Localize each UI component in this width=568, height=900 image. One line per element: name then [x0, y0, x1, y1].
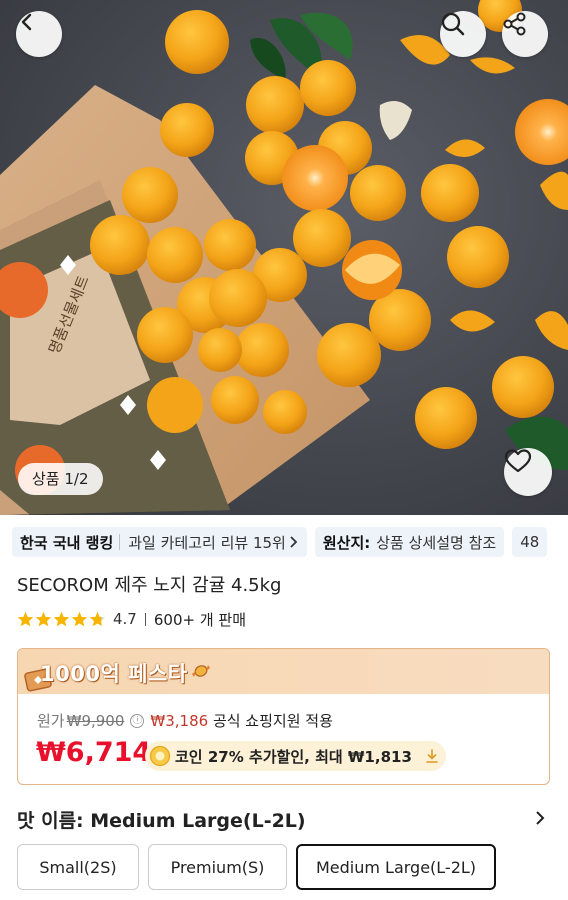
- coin-text: 코인 27% 추가할인, 최대 ₩1,813: [175, 747, 412, 766]
- chevron-left-icon: [21, 13, 32, 31]
- download-icon: [426, 749, 438, 763]
- sale-price: ₩6,714: [36, 737, 152, 768]
- divider: [144, 612, 146, 626]
- coin-icon: [149, 745, 171, 767]
- ranking-text: 과일 카테고리 리뷰 15위: [128, 533, 286, 552]
- search-button[interactable]: [440, 11, 486, 57]
- candy-icon: [192, 665, 210, 677]
- support-text: ₩3,186 공식 쇼핑지원 적용: [150, 710, 333, 731]
- option-premium[interactable]: Premium(S): [148, 844, 287, 890]
- option-title: 맛 이름: Medium Large(L-2L): [17, 810, 306, 832]
- star-icon: [53, 611, 70, 627]
- info-icon[interactable]: ⓘ: [130, 713, 145, 728]
- extra-chip[interactable]: 48: [512, 527, 548, 557]
- rating-stars: [17, 611, 106, 627]
- like-button[interactable]: [504, 448, 552, 496]
- support-label: 공식 쇼핑지원 적용: [208, 712, 333, 730]
- tangerine-photo: 명품선물세트: [0, 0, 568, 515]
- original-label: 원가: [37, 712, 65, 730]
- rating-value: 4.7: [113, 610, 137, 628]
- option-small[interactable]: Small(2S): [17, 844, 139, 890]
- original-price: ₩9,900: [66, 711, 125, 730]
- ranking-chip[interactable]: 한국 국내 랭킹 과일 카테고리 리뷰 15위: [12, 527, 307, 557]
- back-button[interactable]: [16, 11, 62, 57]
- chevron-right-icon[interactable]: [533, 810, 547, 826]
- ranking-label: 한국 국내 랭킹: [20, 533, 114, 552]
- festival-banner[interactable]: 1000억 페스타: [18, 649, 549, 694]
- star-icon: [71, 611, 88, 627]
- sales-count: 600+ 개 판매: [153, 610, 246, 629]
- star-half-icon: [89, 611, 106, 627]
- heart-icon: [504, 449, 532, 473]
- star-icon: [17, 611, 34, 627]
- rating-row[interactable]: 4.7 600+ 개 판매: [17, 608, 246, 630]
- support-amount: ₩3,186: [150, 712, 209, 730]
- star-icon: [35, 611, 52, 627]
- chevron-right-icon: [290, 536, 298, 548]
- original-price-row: 원가 ₩9,900 ⓘ ₩3,186 공식 쇼핑지원 적용: [37, 710, 333, 731]
- price-box: 1000억 페스타 원가 ₩9,900 ⓘ ₩3,186 공식 쇼핑지원 적용 …: [17, 648, 550, 785]
- info-chips: 한국 국내 랭킹 과일 카테고리 리뷰 15위 원산지: 상품 상세설명 참조 …: [12, 527, 548, 557]
- extra-chip-text: 48: [520, 533, 540, 551]
- origin-chip[interactable]: 원산지: 상품 상세설명 참조: [314, 527, 505, 557]
- option-medium-large[interactable]: Medium Large(L-2L): [296, 844, 496, 890]
- share-button[interactable]: [502, 11, 548, 57]
- origin-label: 원산지:: [322, 533, 371, 552]
- image-counter: 상품 1/2: [18, 463, 103, 495]
- product-image[interactable]: 명품선물세트 상품 1/2: [0, 0, 568, 515]
- festival-title: 1000억 페스타: [40, 662, 188, 686]
- origin-text: 상품 상세설명 참조: [376, 533, 497, 552]
- search-icon: [441, 12, 465, 36]
- divider: [119, 534, 121, 550]
- coin-discount-badge[interactable]: 코인 27% 추가할인, 최대 ₩1,813: [145, 741, 446, 771]
- product-title: SECOROM 제주 노지 감귤 4.5kg: [17, 575, 282, 596]
- share-icon: [503, 12, 526, 36]
